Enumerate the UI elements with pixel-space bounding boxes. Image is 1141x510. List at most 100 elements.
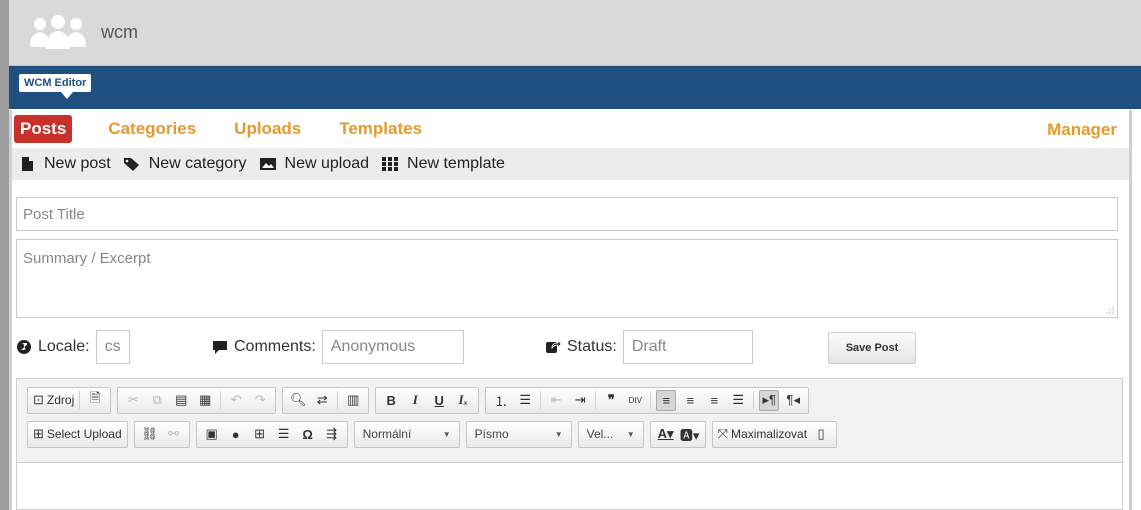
app-header: wcm xyxy=(9,0,1141,66)
outdent-icon[interactable]: ⇤ xyxy=(546,390,566,411)
insert-group: ▣ ● ⊞ ☰ Ω ⇶ xyxy=(195,420,348,448)
link-icon[interactable]: ⛓ xyxy=(140,424,160,445)
editor-band: WCM Editor xyxy=(9,66,1141,109)
special-char-icon[interactable]: Ω xyxy=(298,424,318,445)
users-icon xyxy=(30,14,86,49)
numbered-list-icon[interactable]: ⒈ xyxy=(491,390,511,411)
font-select[interactable]: Písmo ▼ xyxy=(465,420,572,448)
undo-icon[interactable]: ↶ xyxy=(226,390,246,411)
source-label: Zdroj xyxy=(46,393,75,407)
locale-input[interactable]: cs xyxy=(95,330,130,364)
source-icon: ⊡ xyxy=(33,392,44,407)
new-post-button[interactable]: New post xyxy=(18,155,111,173)
flash-icon[interactable]: ● xyxy=(226,424,246,445)
resize-grip-icon[interactable] xyxy=(1106,306,1114,314)
tags-icon xyxy=(123,158,139,171)
summary-input[interactable]: Summary / Excerpt xyxy=(16,239,1118,318)
new-category-button[interactable]: New category xyxy=(123,155,247,173)
share-icon xyxy=(546,339,561,353)
underline-icon[interactable]: U xyxy=(429,390,449,411)
format-select[interactable]: Normální ▼ xyxy=(353,420,460,448)
status-select[interactable]: Draft xyxy=(622,330,753,364)
globe-icon xyxy=(17,340,31,354)
templates-icon[interactable]: 🗎 xyxy=(85,390,105,411)
separator xyxy=(79,391,81,409)
tab-categories[interactable]: Categories xyxy=(108,119,196,139)
link-group: ⛓ ⚯ xyxy=(133,420,190,448)
spellcheck-icon[interactable]: ▥ xyxy=(343,390,363,411)
new-upload-button[interactable]: New upload xyxy=(259,155,369,173)
clipboard-group: ✂ ⧉ ▤ ▦ ↶ ↷ xyxy=(117,386,277,414)
cut-icon[interactable]: ✂ xyxy=(123,390,143,411)
show-blocks-icon[interactable]: ▯ xyxy=(811,424,831,445)
maximize-label: Maximalizovat xyxy=(731,427,808,441)
left-rail xyxy=(0,0,9,510)
copy-icon[interactable]: ⧉ xyxy=(147,390,167,411)
separator xyxy=(595,391,597,409)
size-value: Vel... xyxy=(586,427,614,441)
comment-icon xyxy=(213,341,227,354)
editor-content-area[interactable] xyxy=(17,463,1122,509)
redo-icon[interactable]: ↷ xyxy=(250,390,270,411)
bg-color-icon[interactable]: 🅰▾ xyxy=(680,424,700,445)
text-color-icon[interactable]: A▾ xyxy=(656,424,676,445)
align-justify-icon[interactable]: ☰ xyxy=(728,390,748,411)
nav-tabs: Posts Categories Uploads Templates Manag… xyxy=(12,110,1129,148)
div-icon[interactable]: DIV xyxy=(625,390,645,411)
image-icon xyxy=(259,158,276,170)
toolbar-row-2: ⊞ Select Upload ⛓ ⚯ ▣ ● ⊞ ☰ Ω ⇶ Normální ▼ xyxy=(27,417,1112,451)
align-right-icon[interactable]: ≡ xyxy=(704,390,724,411)
separator xyxy=(220,391,222,409)
table-icon[interactable]: ⊞ xyxy=(250,424,270,445)
ltr-icon[interactable]: ▸¶ xyxy=(759,389,780,411)
italic-icon[interactable]: I xyxy=(405,390,425,411)
align-center-icon[interactable]: ≡ xyxy=(680,390,700,411)
editor-toolbar: ⊡ Zdroj 🗎 ✂ ⧉ ▤ ▦ ↶ ↷ 🔍︎ ⇄ ▥ B I U Iₓ ⒈ … xyxy=(17,379,1122,463)
select-upload-icon: ⊞ xyxy=(33,426,44,441)
source-button[interactable]: ⊡ Zdroj xyxy=(33,390,74,411)
paste-text-icon[interactable]: ▦ xyxy=(195,390,215,411)
blockquote-icon[interactable]: ❞ xyxy=(601,390,621,411)
size-select[interactable]: Vel... ▼ xyxy=(577,420,644,448)
maximize-button[interactable]: ⤧ Maximalizovat xyxy=(718,424,807,445)
image-insert-icon[interactable]: ▣ xyxy=(202,424,222,445)
replace-icon[interactable]: ⇄ xyxy=(312,390,332,411)
bold-icon[interactable]: B xyxy=(381,390,401,411)
toolbar-row-1: ⊡ Zdroj 🗎 ✂ ⧉ ▤ ▦ ↶ ↷ 🔍︎ ⇄ ▥ B I U Iₓ ⒈ … xyxy=(27,383,1112,417)
summary-placeholder: Summary / Excerpt xyxy=(23,250,151,267)
content-panel: Posts Categories Uploads Templates Manag… xyxy=(9,110,1132,510)
font-value: Písmo xyxy=(474,427,509,441)
page-break-icon[interactable]: ⇶ xyxy=(322,424,342,445)
paste-icon[interactable]: ▤ xyxy=(171,390,191,411)
chevron-down-icon: ▼ xyxy=(554,429,563,439)
upload-group: ⊞ Select Upload xyxy=(27,420,128,448)
tab-templates[interactable]: Templates xyxy=(339,119,422,139)
new-template-label: New template xyxy=(407,155,505,172)
new-category-label: New category xyxy=(148,155,247,172)
find-icon[interactable]: 🔍︎ xyxy=(288,390,308,411)
chevron-down-icon: ▼ xyxy=(442,429,451,439)
editor-badge: WCM Editor xyxy=(19,74,92,99)
remove-format-icon[interactable]: Iₓ xyxy=(453,390,473,411)
bulleted-list-icon[interactable]: ☰ xyxy=(515,390,535,411)
select-upload-button[interactable]: ⊞ Select Upload xyxy=(33,424,122,445)
unlink-icon[interactable]: ⚯ xyxy=(164,424,184,445)
rich-text-editor: ⊡ Zdroj 🗎 ✂ ⧉ ▤ ▦ ↶ ↷ 🔍︎ ⇄ ▥ B I U Iₓ ⒈ … xyxy=(16,378,1123,510)
rtl-icon[interactable]: ¶◂ xyxy=(783,390,803,411)
format-value: Normální xyxy=(362,427,412,441)
separator xyxy=(650,391,652,409)
select-upload-label: Select Upload xyxy=(46,427,122,441)
tab-uploads[interactable]: Uploads xyxy=(234,119,301,139)
grid-icon xyxy=(382,157,399,171)
list-group: ⒈ ☰ ⇤ ⇥ ❞ DIV ≡ ≡ ≡ ☰ ▸¶ ¶◂ xyxy=(485,386,810,414)
horizontal-rule-icon[interactable]: ☰ xyxy=(274,424,294,445)
comments-select[interactable]: Anonymous xyxy=(321,330,464,364)
post-title-input[interactable]: Post Title xyxy=(16,197,1118,231)
tab-manager[interactable]: Manager xyxy=(1047,120,1117,140)
tab-posts[interactable]: Posts xyxy=(14,115,73,143)
indent-icon[interactable]: ⇥ xyxy=(570,390,590,411)
new-template-button[interactable]: New template xyxy=(381,155,505,173)
save-post-button[interactable]: Save Post xyxy=(828,332,916,364)
source-group: ⊡ Zdroj 🗎 xyxy=(27,386,112,414)
align-left-icon[interactable]: ≡ xyxy=(656,389,677,411)
